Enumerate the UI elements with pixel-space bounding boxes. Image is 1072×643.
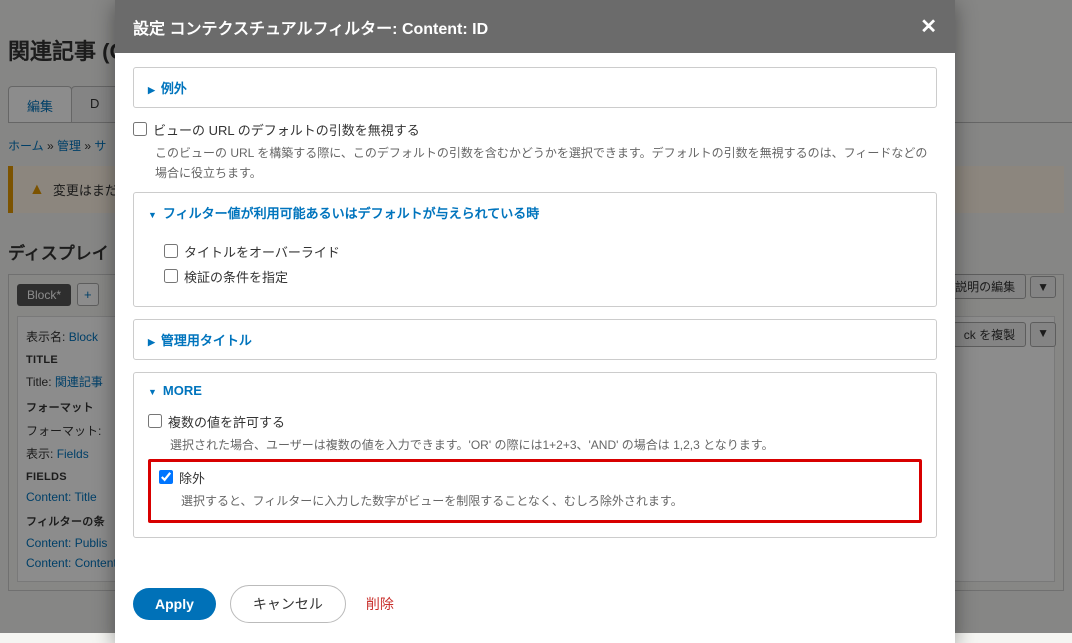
exclude-help: 選択すると、フィルターに入力した数字がビューを制限することなく、むしろ除外されま… — [181, 491, 911, 511]
exclude-checkbox[interactable] — [159, 470, 173, 484]
exception-summary[interactable]: 例外 — [134, 68, 936, 107]
skip-url-default-help: このビューの URL を構築する際に、このデフォルトの引数を含むかどうかを選択で… — [155, 143, 937, 184]
contextual-filter-modal: 設定 コンテクスチュアルフィルター: Content: ID ✕ 例外 ビューの… — [115, 0, 955, 643]
override-title-label[interactable]: タイトルをオーバーライド — [184, 242, 340, 261]
more-section[interactable]: MORE 複数の値を許可する 選択された場合、ユーザーは複数の値を入力できます。… — [133, 372, 937, 538]
allow-multiple-help: 選択された場合、ユーザーは複数の値を入力できます。'OR' の際には1+2+3、… — [170, 435, 922, 455]
when-value-section[interactable]: フィルター値が利用可能あるいはデフォルトが与えられている時 タイトルをオーバーラ… — [133, 192, 937, 307]
admin-title-summary[interactable]: 管理用タイトル — [134, 320, 936, 359]
apply-button[interactable]: Apply — [133, 588, 216, 620]
admin-title-section[interactable]: 管理用タイトル — [133, 319, 937, 360]
modal-title: 設定 コンテクスチュアルフィルター: Content: ID — [133, 15, 488, 39]
more-summary[interactable]: MORE — [134, 373, 936, 408]
skip-url-default-checkbox[interactable] — [133, 122, 147, 136]
exception-section[interactable]: 例外 — [133, 67, 937, 108]
override-title-checkbox[interactable] — [164, 244, 178, 258]
delete-link[interactable]: 削除 — [366, 594, 394, 614]
skip-url-default-label[interactable]: ビューの URL のデフォルトの引数を無視する — [153, 120, 420, 139]
modal-footer: Apply キャンセル 削除 — [115, 569, 955, 643]
skip-url-default-row: ビューの URL のデフォルトの引数を無視する このビューの URL を構築する… — [133, 120, 937, 184]
close-icon[interactable]: ✕ — [920, 14, 937, 39]
specify-validation-checkbox[interactable] — [164, 269, 178, 283]
exclude-label[interactable]: 除外 — [179, 468, 205, 487]
modal-body[interactable]: 例外 ビューの URL のデフォルトの引数を無視する このビューの URL を構… — [115, 53, 955, 569]
exclude-highlight-box: 除外 選択すると、フィルターに入力した数字がビューを制限することなく、むしろ除外… — [148, 459, 922, 522]
modal-header: 設定 コンテクスチュアルフィルター: Content: ID ✕ — [115, 0, 955, 53]
allow-multiple-label[interactable]: 複数の値を許可する — [168, 412, 285, 431]
specify-validation-label[interactable]: 検証の条件を指定 — [184, 267, 288, 286]
when-value-summary[interactable]: フィルター値が利用可能あるいはデフォルトが与えられている時 — [134, 193, 936, 232]
cancel-button[interactable]: キャンセル — [230, 585, 346, 623]
allow-multiple-checkbox[interactable] — [148, 414, 162, 428]
